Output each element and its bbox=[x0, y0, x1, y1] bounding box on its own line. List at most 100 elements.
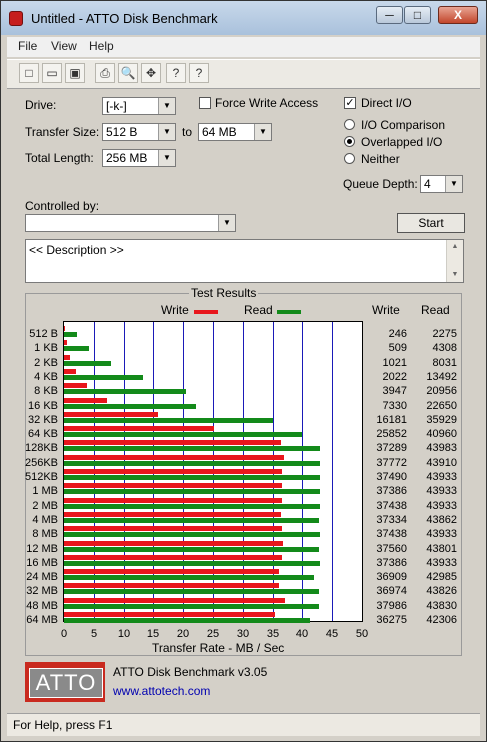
write-value: 37386 bbox=[376, 485, 407, 498]
maximize-button[interactable]: □ bbox=[404, 6, 431, 24]
test-results-title: Test Results bbox=[189, 286, 259, 300]
chevron-down-icon: ▼ bbox=[158, 150, 175, 166]
category-label: 64 MB bbox=[26, 614, 58, 626]
print-icon[interactable]: ⎙ bbox=[95, 63, 115, 83]
write-value: 37334 bbox=[376, 513, 407, 526]
category-label: 8 KB bbox=[34, 385, 58, 398]
transfer-to-value: 64 MB bbox=[202, 125, 237, 139]
start-button[interactable]: Start bbox=[397, 213, 465, 233]
help-icon[interactable]: ? bbox=[166, 63, 186, 83]
read-bar bbox=[64, 446, 320, 452]
description-scrollbar[interactable]: ▲ ▼ bbox=[446, 240, 463, 282]
queue-depth-label: Queue Depth: bbox=[343, 177, 418, 191]
read-value: 43830 bbox=[426, 599, 457, 612]
category-label: 12 MB bbox=[26, 542, 58, 555]
transfer-from-select[interactable]: 512 B ▼ bbox=[102, 123, 176, 141]
overlapped-io-radio[interactable] bbox=[344, 136, 355, 147]
drive-select[interactable]: [-k-] ▼ bbox=[102, 97, 176, 115]
read-value: 20956 bbox=[426, 385, 457, 398]
menu-help[interactable]: Help bbox=[89, 39, 114, 53]
read-bar bbox=[64, 389, 186, 395]
queue-depth-value: 4 bbox=[424, 177, 431, 191]
category-label: 1 KB bbox=[34, 342, 58, 355]
read-value: 43933 bbox=[426, 471, 457, 483]
write-bar bbox=[64, 497, 282, 503]
read-value: 43826 bbox=[426, 585, 457, 598]
open-icon[interactable]: ▭ bbox=[42, 63, 62, 83]
direct-io-checkbox[interactable]: ✓ bbox=[344, 97, 356, 109]
category-label: 48 MB bbox=[26, 599, 58, 612]
context-help-icon[interactable]: ? bbox=[189, 63, 209, 83]
io-comparison-label: I/O Comparison bbox=[361, 118, 446, 132]
category-label: 24 MB bbox=[26, 571, 58, 584]
read-value: 35929 bbox=[426, 413, 457, 426]
atto-logo-text: ATTO bbox=[29, 668, 103, 698]
read-bar bbox=[64, 603, 320, 609]
save-icon[interactable]: ▣ bbox=[65, 63, 85, 83]
write-bar bbox=[64, 583, 280, 589]
drive-label: Drive: bbox=[25, 98, 57, 112]
new-icon[interactable]: □ bbox=[19, 63, 39, 83]
minimize-button[interactable]: ─ bbox=[376, 6, 403, 24]
read-bar bbox=[64, 403, 196, 409]
website-link[interactable]: www.attotech.com bbox=[113, 684, 210, 698]
read-bar bbox=[64, 589, 320, 595]
category-label: 16 MB bbox=[26, 556, 58, 569]
menu-file[interactable]: File bbox=[18, 39, 37, 53]
neither-label: Neither bbox=[361, 152, 400, 166]
write-bar bbox=[64, 454, 284, 460]
category-label: 1 MB bbox=[32, 485, 58, 498]
write-value: 37438 bbox=[376, 499, 407, 512]
read-bar bbox=[64, 489, 320, 495]
app-icon[interactable] bbox=[9, 11, 23, 26]
x-tick-label: 30 bbox=[236, 628, 250, 640]
category-label: 256KB bbox=[24, 456, 58, 469]
force-write-checkbox[interactable] bbox=[199, 97, 211, 109]
toolbar: □ ▭ ▣ ⎙ 🔍 ✥ ? ? bbox=[7, 59, 480, 89]
io-comparison-radio[interactable] bbox=[344, 119, 355, 130]
queue-depth-select[interactable]: 4 ▼ bbox=[420, 175, 463, 193]
print-preview-icon[interactable]: 🔍 bbox=[118, 63, 138, 83]
category-label: 128KB bbox=[24, 442, 58, 455]
read-bar bbox=[64, 517, 320, 523]
read-bar bbox=[64, 618, 311, 623]
x-tick-label: 25 bbox=[206, 628, 220, 640]
title-bar[interactable]: Untitled - ATTO Disk Benchmark ─ □ X bbox=[1, 1, 486, 35]
neither-radio[interactable] bbox=[344, 153, 355, 164]
read-value: 43933 bbox=[426, 499, 457, 512]
write-bar bbox=[64, 326, 66, 331]
description-textarea[interactable]: << Description >> ▲ ▼ bbox=[25, 239, 464, 283]
close-button[interactable]: X bbox=[438, 6, 478, 24]
category-label: 32 KB bbox=[28, 413, 58, 426]
to-label: to bbox=[182, 125, 193, 139]
move-icon[interactable]: ✥ bbox=[141, 63, 161, 83]
controlled-by-select[interactable]: ▼ bbox=[25, 214, 236, 232]
read-bar bbox=[64, 346, 90, 352]
x-axis-label: Transfer Rate - MB / Sec bbox=[152, 641, 285, 655]
transfer-size-label: Transfer Size: bbox=[25, 125, 100, 139]
read-value: 43933 bbox=[426, 485, 457, 498]
write-value: 1021 bbox=[382, 356, 407, 369]
read-value: 42306 bbox=[426, 614, 457, 626]
category-label: 512 B bbox=[29, 328, 58, 340]
write-bar bbox=[64, 612, 276, 617]
col-header-write: Write bbox=[372, 303, 400, 317]
write-bar bbox=[64, 440, 282, 446]
scroll-up-icon[interactable]: ▲ bbox=[447, 240, 463, 254]
read-bar bbox=[64, 374, 143, 380]
total-length-select[interactable]: 256 MB ▼ bbox=[102, 149, 176, 167]
scroll-down-icon[interactable]: ▼ bbox=[447, 268, 463, 282]
write-bar bbox=[64, 368, 76, 374]
menu-bar: File View Help bbox=[7, 37, 480, 57]
write-value: 36275 bbox=[376, 614, 407, 626]
write-bar bbox=[64, 340, 67, 346]
read-value: 43983 bbox=[426, 442, 457, 455]
category-label: 32 MB bbox=[26, 585, 58, 598]
x-tick-label: 45 bbox=[325, 628, 339, 640]
read-bar bbox=[64, 503, 320, 509]
menu-view[interactable]: View bbox=[51, 39, 77, 53]
legend-write-label: Write bbox=[161, 303, 189, 317]
controlled-by-label: Controlled by: bbox=[25, 199, 100, 213]
transfer-to-select[interactable]: 64 MB ▼ bbox=[198, 123, 272, 141]
atto-logo: ATTO bbox=[25, 662, 105, 702]
